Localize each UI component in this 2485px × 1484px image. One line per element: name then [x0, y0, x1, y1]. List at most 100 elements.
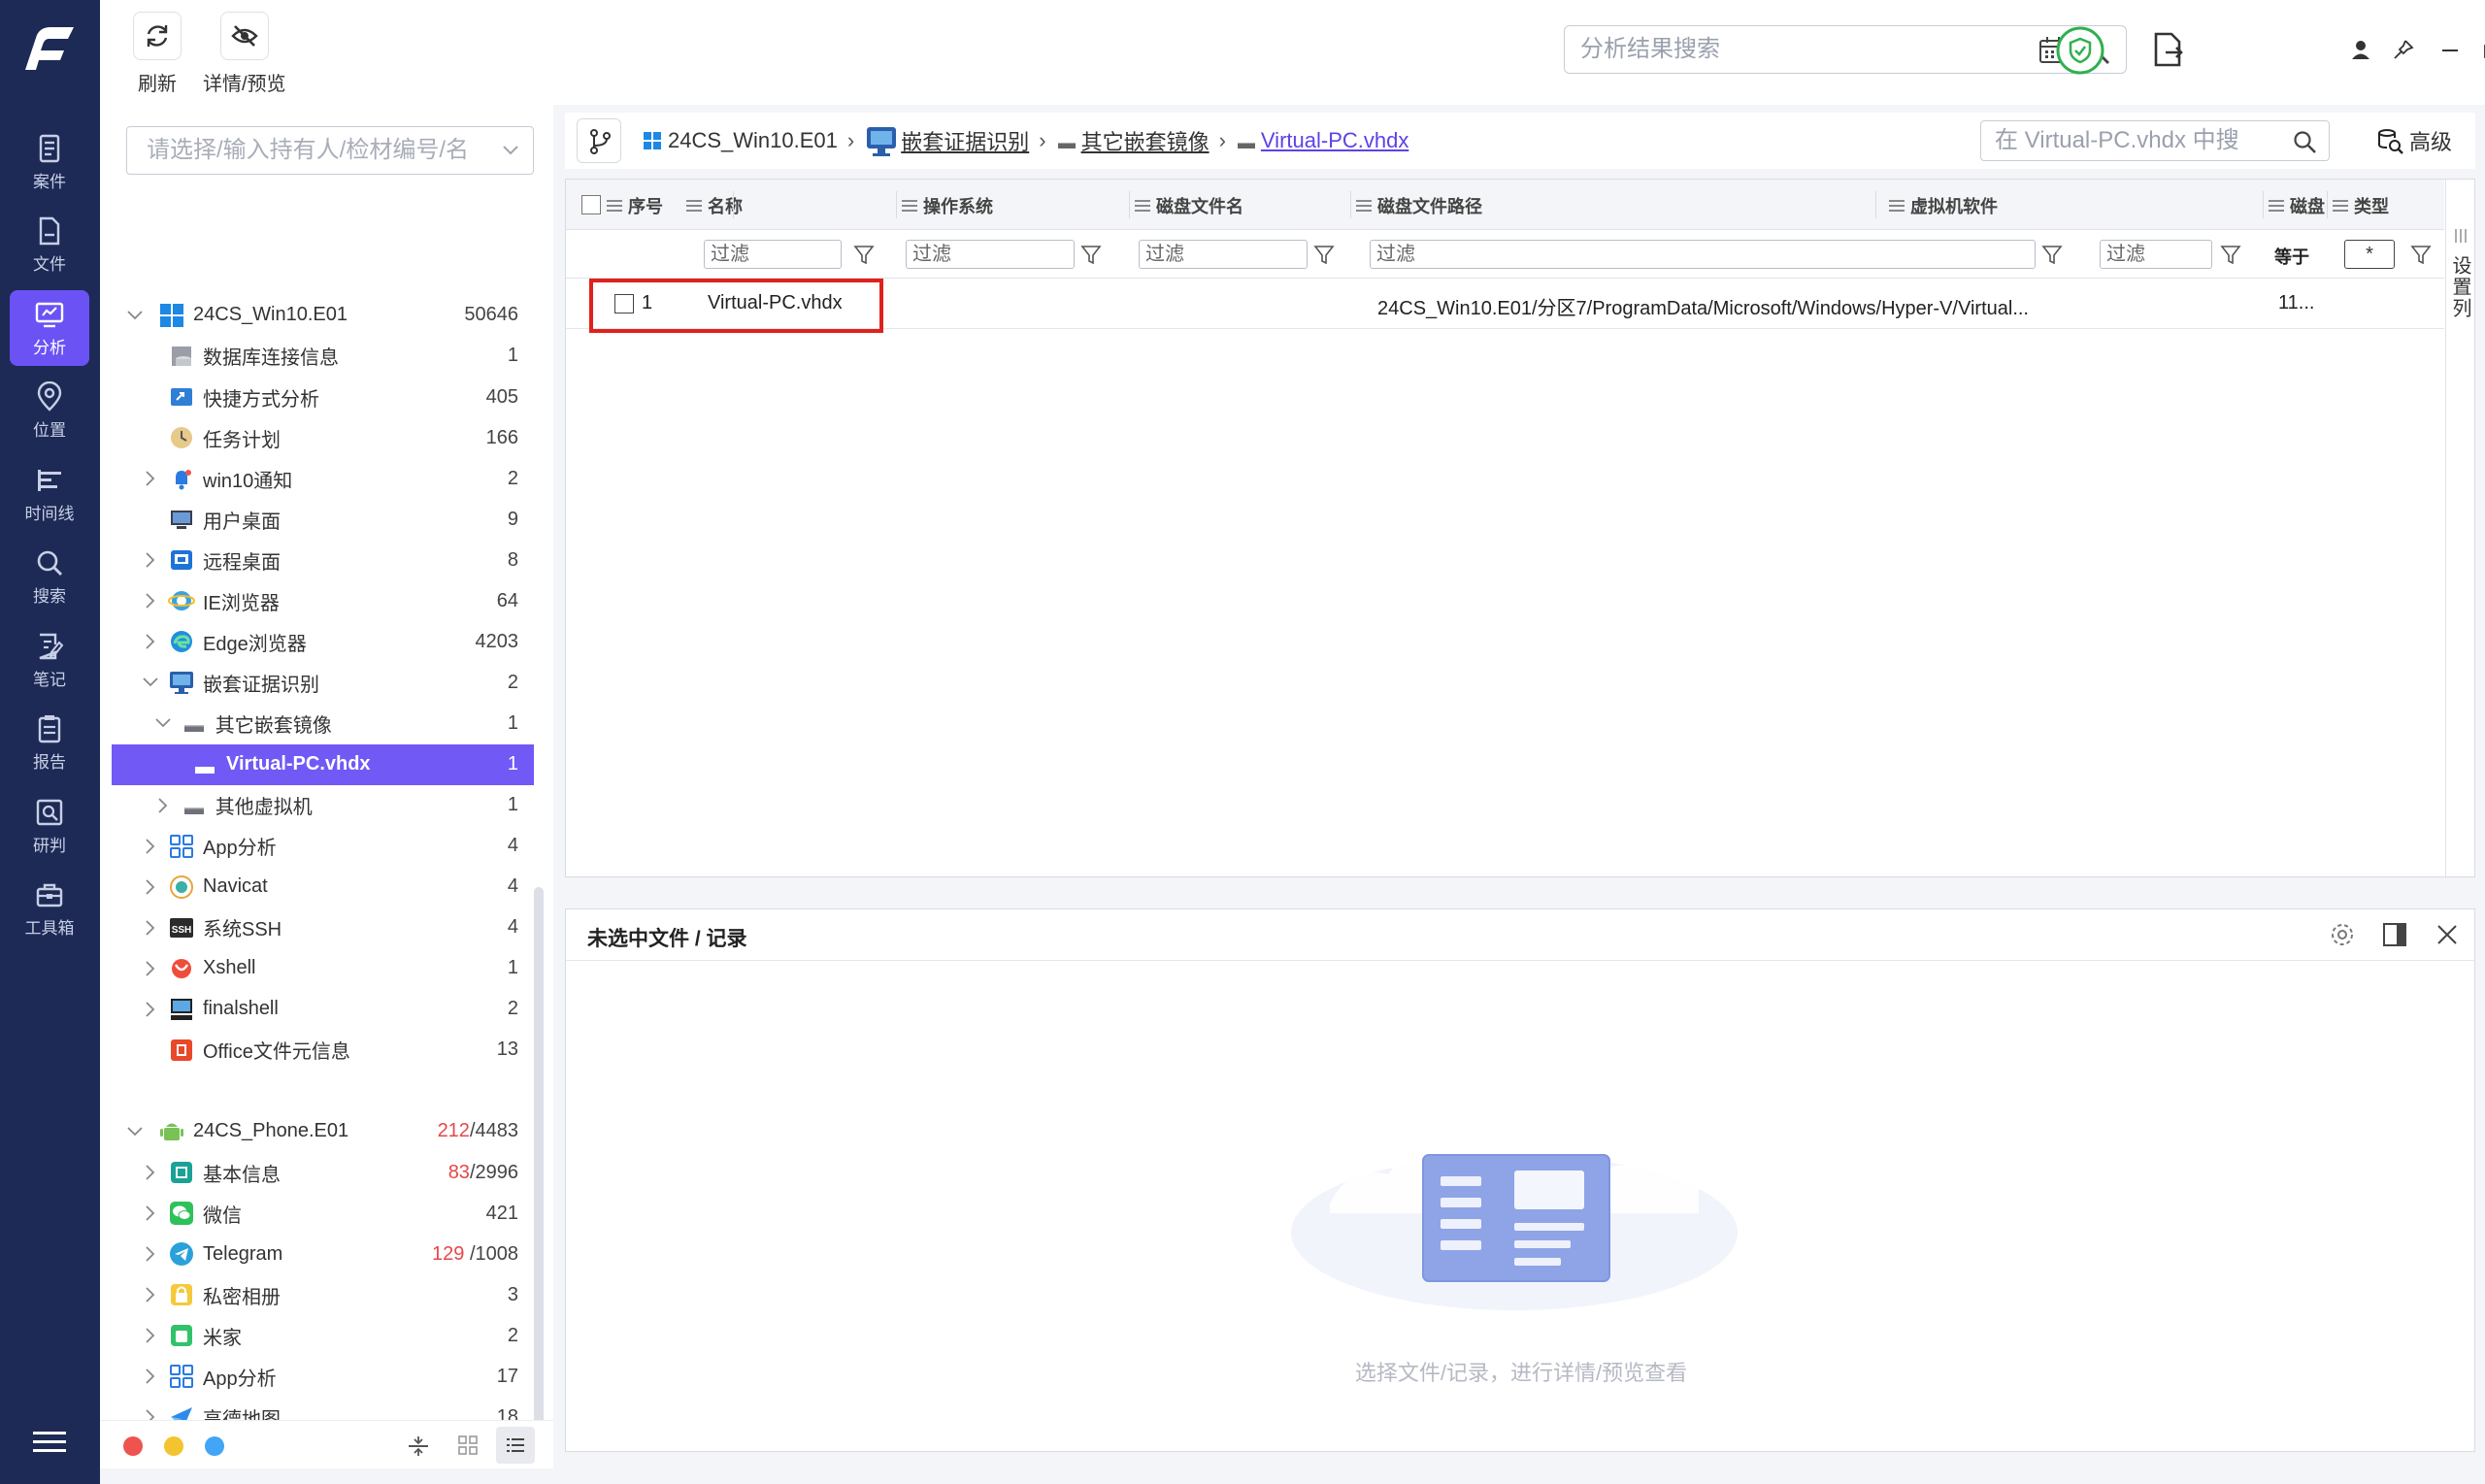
select-all-checkbox[interactable]: [581, 195, 601, 214]
close-icon[interactable]: [2435, 923, 2459, 946]
tree-item[interactable]: 嵌套证据识别 2: [112, 662, 534, 703]
crumb-other-nested-images[interactable]: 其它嵌套镜像: [1081, 125, 1209, 156]
branch-button[interactable]: [577, 118, 621, 163]
chevron-down-icon[interactable]: [153, 713, 173, 733]
yellow-dot-icon[interactable]: [164, 1436, 183, 1456]
tree-item[interactable]: 其它嵌套镜像 1: [112, 703, 534, 743]
chevron-right-icon[interactable]: [141, 1367, 160, 1386]
tree-item[interactable]: App分析 4: [112, 826, 534, 867]
tree-item[interactable]: Virtual-PC.vhdx 1: [112, 743, 534, 785]
nav-item-notes[interactable]: 笔记: [10, 622, 89, 698]
tree-item[interactable]: 米家 2: [112, 1315, 534, 1356]
nav-item-toolbox[interactable]: 工具箱: [10, 872, 89, 947]
tree-item[interactable]: Edge浏览器 4203: [112, 621, 534, 662]
minimize-icon[interactable]: [2439, 39, 2461, 60]
tree-item[interactable]: 快捷方式分析 405: [112, 377, 534, 417]
tree-item[interactable]: 24CS_Win10.E01 50646: [112, 295, 534, 336]
chevron-right-icon[interactable]: [141, 1000, 160, 1019]
nav-item-timeline[interactable]: 时间线: [10, 456, 89, 532]
tree-scrollbar[interactable]: [534, 887, 544, 1431]
gear-icon[interactable]: [2329, 921, 2356, 948]
chevron-right-icon[interactable]: [141, 550, 160, 570]
tree-item[interactable]: App分析 17: [112, 1356, 534, 1397]
tree-item[interactable]: CS扫描全能王2: [112, 1478, 534, 1484]
filter-icon[interactable]: [2410, 244, 2432, 265]
collapse-icon[interactable]: [407, 1435, 430, 1458]
filter-icon[interactable]: [853, 244, 875, 265]
chevron-down-icon[interactable]: [125, 306, 145, 325]
filter-icon[interactable]: [2220, 244, 2241, 265]
filter-icon[interactable]: [1080, 244, 1102, 265]
blue-dot-icon[interactable]: [205, 1436, 224, 1456]
column-header[interactable]: 磁盘文件名: [1135, 193, 1243, 218]
column-divider[interactable]: [2263, 191, 2264, 218]
chevron-right-icon[interactable]: [153, 796, 173, 815]
refresh-button[interactable]: 刷新: [133, 12, 182, 96]
tree-item[interactable]: 24CS_Phone.E01 212/4483: [112, 1111, 534, 1152]
column-header[interactable]: 磁盘文件路径: [1356, 193, 1482, 218]
tree-item[interactable]: Telegram 129 /1008: [112, 1234, 534, 1274]
user-icon[interactable]: [2350, 39, 2371, 60]
tree-item[interactable]: Office文件元信息 13: [112, 1030, 534, 1071]
tree-item[interactable]: 任务计划 166: [112, 417, 534, 458]
column-header[interactable]: 类型: [2333, 193, 2389, 218]
holder-search-input[interactable]: [147, 136, 486, 165]
column-divider[interactable]: [896, 191, 897, 218]
chevron-down-icon[interactable]: [502, 143, 519, 156]
nav-item-report[interactable]: 报告: [10, 706, 89, 781]
equals-operator[interactable]: 等于: [2274, 244, 2309, 269]
nav-item-file[interactable]: 文件: [10, 208, 89, 283]
column-divider[interactable]: [733, 191, 734, 218]
column-divider[interactable]: [1875, 191, 1876, 218]
nav-item-location[interactable]: 位置: [10, 374, 89, 449]
column-header[interactable]: 序号: [607, 193, 663, 218]
tree-item[interactable]: 基本信息 83/2996: [112, 1152, 534, 1193]
tree-item[interactable]: 微信 421: [112, 1193, 534, 1234]
chevron-right-icon[interactable]: [141, 1244, 160, 1264]
filter-icon[interactable]: [2041, 244, 2063, 265]
crumb-current[interactable]: Virtual-PC.vhdx: [1261, 128, 1408, 153]
tree-item[interactable]: 其他虚拟机 1: [112, 785, 534, 826]
nav-item-analysis[interactable]: 分析: [10, 290, 89, 366]
chevron-right-icon[interactable]: [141, 469, 160, 488]
tree-item[interactable]: Navicat 4: [112, 867, 534, 907]
column-settings-button[interactable]: 设置列: [2445, 180, 2474, 876]
column-header[interactable]: 名称: [686, 193, 743, 218]
nav-item-search[interactable]: 搜索: [10, 540, 89, 615]
column-filter-input[interactable]: [2100, 240, 2212, 269]
search-icon[interactable]: [2292, 129, 2317, 154]
chevron-right-icon[interactable]: [141, 959, 160, 978]
chevron-right-icon[interactable]: [141, 877, 160, 897]
column-header[interactable]: 磁盘: [2269, 193, 2325, 218]
column-divider[interactable]: [1129, 191, 1130, 218]
column-filter-input[interactable]: [704, 240, 842, 269]
column-divider[interactable]: [1350, 191, 1351, 218]
export-icon[interactable]: [2150, 31, 2185, 68]
red-dot-icon[interactable]: [123, 1436, 143, 1456]
column-header[interactable]: 操作系统: [902, 193, 993, 218]
tree-item[interactable]: finalshell 2: [112, 989, 534, 1030]
chevron-right-icon[interactable]: [141, 837, 160, 856]
column-filter-input[interactable]: [1370, 240, 2036, 269]
crumb-nested-evidence[interactable]: 嵌套证据识别: [901, 125, 1029, 156]
grid-view-icon[interactable]: [457, 1435, 479, 1456]
advanced-search-button[interactable]: 高级: [2376, 124, 2452, 157]
filter-icon[interactable]: [1313, 244, 1335, 265]
chevron-right-icon[interactable]: [141, 1285, 160, 1304]
list-view-button[interactable]: [496, 1427, 535, 1464]
in-folder-search-input[interactable]: [1995, 126, 2276, 155]
chevron-right-icon[interactable]: [141, 918, 160, 938]
column-header[interactable]: 虚拟机软件: [1889, 193, 1998, 218]
column-filter-input[interactable]: [1139, 240, 1308, 269]
tree-item[interactable]: IE浏览器 64: [112, 580, 534, 621]
tree-item[interactable]: 数据库连接信息 1: [112, 336, 534, 377]
menu-icon[interactable]: [33, 1428, 66, 1457]
column-filter-input[interactable]: [906, 240, 1075, 269]
shield-status-icon[interactable]: [2055, 25, 2105, 76]
chevron-down-icon[interactable]: [141, 673, 160, 692]
crumb-pc[interactable]: 24CS_Win10.E01: [668, 128, 838, 153]
detail-preview-button[interactable]: 详情/预览: [203, 12, 286, 96]
nav-item-case[interactable]: 案件: [10, 124, 89, 200]
pin-icon[interactable]: [2393, 39, 2414, 60]
tree-item[interactable]: 私密相册 3: [112, 1274, 534, 1315]
